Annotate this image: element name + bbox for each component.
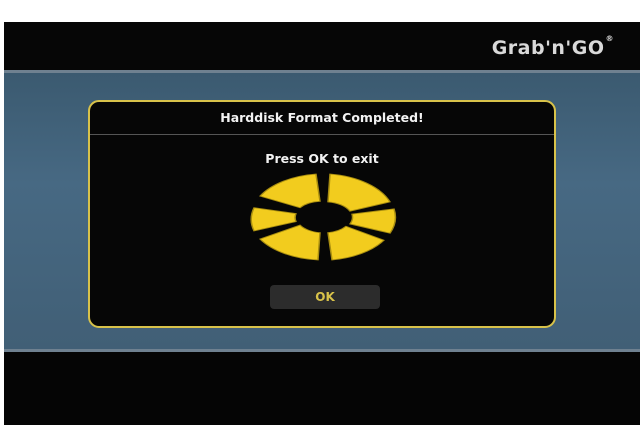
busy-spinner-icon — [250, 173, 397, 261]
spinner-segment-3 — [327, 225, 386, 261]
spinner-segment-4 — [258, 224, 321, 261]
dialog-divider — [90, 134, 554, 135]
dialog-title: Harddisk Format Completed! — [220, 110, 424, 125]
format-complete-dialog: Harddisk Format Completed! Press OK to e… — [88, 100, 556, 328]
tv-screen: Grab'n'GO® Harddisk Format Completed! Pr… — [4, 22, 640, 425]
ok-button[interactable]: OK — [270, 285, 380, 309]
bottom-area — [4, 352, 640, 425]
brand-logo: Grab'n'GO® — [491, 34, 614, 59]
spinner-segment-2 — [348, 208, 397, 234]
spinner-segment-5 — [250, 207, 297, 232]
spinner-segment-6 — [258, 173, 321, 209]
top-bar: Grab'n'GO® — [4, 22, 640, 70]
dialog-message: Press OK to exit — [265, 151, 379, 166]
spinner-segment-1 — [327, 173, 391, 212]
brand-name: Grab'n'GO — [491, 37, 605, 59]
registered-mark: ® — [605, 34, 614, 43]
